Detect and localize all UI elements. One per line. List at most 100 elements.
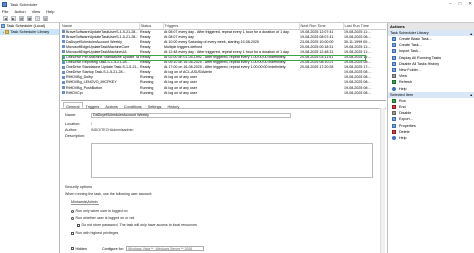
task-next-run-cell: [299, 90, 343, 95]
action-label: Create Basic Task...: [399, 37, 432, 42]
name-row: Name: DaDuyetSchedulerAccount Weekly: [65, 112, 382, 118]
radio-logged-on[interactable]: [71, 209, 74, 213]
task-cell-text: 19-08-2025 17:...: [344, 65, 372, 70]
end-icon: [392, 104, 396, 109]
radio-logged-on-row[interactable]: Run only when user is logged on: [71, 209, 128, 213]
navigation-tree: Task Scheduler (Local) › Task Scheduler …: [0, 23, 60, 253]
delete-icon: [392, 129, 396, 134]
task-triggers-cell: At 09:10 on 16-08-2025 - After triggered…: [163, 60, 299, 65]
action-label: Export...: [399, 117, 413, 122]
menu-bar: File Action View Help: [0, 8, 474, 15]
no-password-label: Do not store password. The task will onl…: [81, 223, 197, 227]
radio-whether-logged-on[interactable]: [71, 216, 74, 220]
author-label: Author:: [65, 128, 78, 132]
action-label: Run: [399, 98, 406, 103]
window-controls: – □ ✕: [449, 1, 472, 7]
tab-history[interactable]: History: [164, 102, 182, 109]
task-cell-text: MicrosoftEdgeUpdateTaskMachineUA: [66, 49, 127, 54]
task-cell-text: Ready: [140, 55, 151, 60]
radio-logged-on-label: Run only when user is logged on: [75, 209, 128, 213]
tab-general[interactable]: General: [63, 102, 83, 109]
action-label: Create Task...: [399, 43, 422, 48]
location-label: Location:: [65, 122, 81, 126]
task-cell-text: At log on of any user: [164, 85, 197, 90]
task-cell-text: Running: [140, 85, 154, 90]
menu-action[interactable]: Action: [14, 9, 25, 14]
actions-header-label: Actions: [390, 24, 405, 29]
highest-privileges-row[interactable]: Run with highest privileges: [71, 231, 118, 235]
highest-privileges-checkbox[interactable]: [71, 231, 74, 235]
action-help[interactable]: Help: [388, 135, 474, 141]
task-cell-text: 19-08-2025 11:...: [344, 55, 372, 60]
user-account-value: Minhamis\Admin: [71, 200, 99, 205]
export-icon: [392, 117, 396, 122]
task-cell-text: 19-08-2025 08:07:41: [300, 34, 334, 39]
no-password-checkbox[interactable]: [77, 223, 80, 227]
task-cell-text: Ready: [140, 49, 151, 54]
task-cell-text: 23-08-2025 10:00:00: [300, 39, 334, 44]
no-password-row[interactable]: Do not store password. The task will onl…: [77, 223, 197, 227]
menu-view[interactable]: View: [32, 9, 41, 14]
task-cell-text: 30-11-1999 00:...: [344, 39, 372, 44]
help-icon: [392, 86, 396, 91]
action-label: Refresh: [399, 80, 412, 85]
task-row[interactable]: RtHDVCpl Running At log on of any user 19-0…: [61, 90, 386, 95]
task-icon: [62, 91, 65, 95]
tab-actions[interactable]: Actions: [102, 102, 120, 109]
name-field[interactable]: DaDuyetSchedulerAccount Weekly: [91, 112, 291, 118]
task-cell-text: At 10:00 every Saturday of every week, s…: [164, 39, 259, 44]
refresh-icon: [392, 80, 396, 85]
tab-settings[interactable]: Settings: [145, 102, 165, 109]
task-cell-text: 19-08-2025 08:...: [344, 75, 372, 80]
grid-view-icon[interactable]: ▦: [27, 16, 32, 21]
general-form: Name: DaDuyetSchedulerAccount Weekly Loc…: [61, 109, 386, 251]
task-cell-text: 19-08-2025 08:...: [344, 70, 372, 75]
detail-tabs: General Triggers Actions Conditions Sett…: [61, 102, 386, 109]
details-scrollbar[interactable]: [380, 108, 385, 253]
minimize-icon[interactable]: –: [449, 1, 452, 7]
tab-triggers[interactable]: Triggers: [83, 102, 103, 109]
task-cell-text: 19-08-2025 11:...: [344, 29, 372, 34]
description-label: Description:: [65, 134, 86, 138]
hidden-checkbox[interactable]: [71, 247, 74, 251]
action-label: Delete: [399, 129, 410, 134]
tree-root-label: Task Scheduler (Local): [6, 24, 46, 28]
task-cell-text: At 08:07 every day: [164, 34, 194, 39]
back-icon[interactable]: ◀: [3, 16, 8, 21]
radio-whether-row[interactable]: Run whether user is logged on or not: [71, 216, 134, 220]
collapse-icon[interactable]: ▴: [470, 31, 472, 36]
window-title: Task Scheduler: [10, 1, 38, 7]
task-cell-text: RtHDVBg_PushButton: [66, 85, 103, 90]
show-hide-tree-icon[interactable]: ▤: [19, 16, 24, 21]
hidden-row[interactable]: Hidden: [71, 247, 87, 251]
chevron-right-icon[interactable]: ›: [3, 30, 4, 34]
disable-icon: [392, 111, 396, 116]
action-label: Help: [399, 135, 407, 140]
configure-for-select[interactable]: Windows Vista™, Windows Server™ 2008: [126, 246, 204, 251]
selected-item-section-label: Selected Item: [390, 92, 414, 97]
help-icon[interactable]: ?: [35, 16, 40, 21]
task-cell-text: At 08:07 every day - After triggered, re…: [164, 29, 290, 34]
maximize-icon[interactable]: □: [459, 1, 462, 7]
forward-icon[interactable]: ▶: [11, 16, 16, 21]
task-cell-text: Ready: [140, 34, 151, 39]
task-cell-text: Ready: [140, 29, 151, 34]
collapse-icon[interactable]: ▴: [470, 92, 472, 97]
task-cell-text: RtHDVBg_LENOVO_MICPKEY: [66, 80, 117, 85]
task-cell-text: BraveSoftwareUpdateTaskUserS-1-5-21-28..…: [66, 29, 139, 34]
task-cell-text: 19-08-2025 12:48:31: [300, 49, 334, 54]
task-name-cell: BraveSoftwareUpdateTaskUserS-1-5-21-28..…: [61, 34, 139, 39]
close-icon[interactable]: ✕: [468, 1, 472, 7]
menu-file[interactable]: File: [2, 9, 8, 14]
task-icon: [62, 65, 65, 69]
task-cell-text: At 17:00 on 16-08-2025 - After triggered…: [164, 65, 287, 70]
task-triggers-cell: At 02:00 on 01-05-1992 - After triggered…: [163, 54, 299, 59]
description-field[interactable]: [91, 143, 373, 178]
tree-item-library[interactable]: › Task Scheduler Library: [0, 29, 59, 35]
tab-conditions[interactable]: Conditions: [121, 102, 145, 109]
menu-help[interactable]: Help: [46, 9, 54, 14]
task-cell-text: 20-08-2025 03:11:51: [300, 55, 334, 60]
task-details-pane: General Triggers Actions Conditions Sett…: [61, 102, 386, 253]
action-pane-icon[interactable]: ▥: [43, 16, 48, 21]
task-cell-text: Ready: [140, 70, 151, 75]
